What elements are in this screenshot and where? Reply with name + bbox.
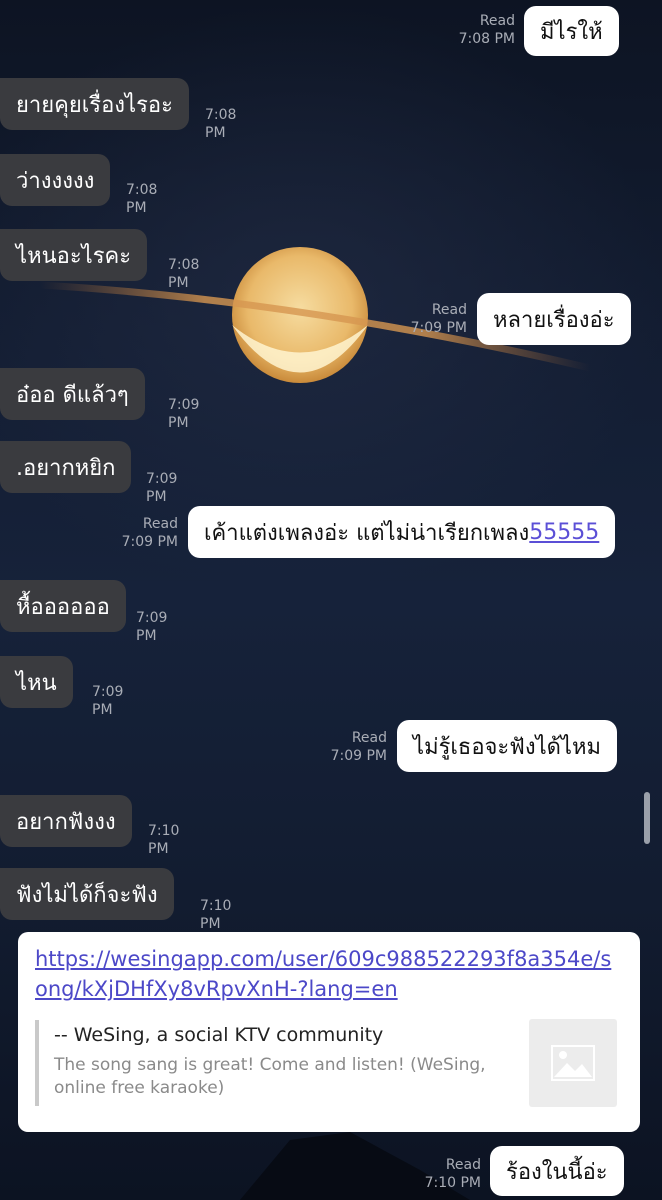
message-bubble[interactable]: หื้ออออออ <box>0 580 126 632</box>
message-text: เค้าแต่งเพลงอ่ะ แต่ไม่น่าเรียกเพลง <box>204 520 530 546</box>
message-bubble[interactable]: ฟังไม่ได้ก็จะฟัง <box>0 868 174 920</box>
link-preview-card[interactable]: https://wesingapp.com/user/609c988522293… <box>18 932 640 1132</box>
scrollbar[interactable] <box>644 792 650 844</box>
message-time: 7:09 PM <box>146 471 178 505</box>
message-text: หลายเรื่องอ่ะ <box>493 307 615 333</box>
message-text: ไหน <box>16 670 57 696</box>
message-text: ไหนอะไรคะ <box>16 243 132 269</box>
message-time: 7:08 PM <box>126 182 158 216</box>
message-bubble[interactable]: อ๋ออ ดีแล้วๆ <box>0 368 145 420</box>
message-text: ยายคุยเรื่องไรอะ <box>16 92 173 118</box>
message-bubble[interactable]: ร้องในนี้อ่ะ <box>490 1146 624 1196</box>
message-text: ว่างงงงง <box>16 168 95 194</box>
message-text: อยากฟังงง <box>16 809 116 835</box>
message-time: 7:09 PM <box>330 748 387 764</box>
message-text: หื้ออออออ <box>16 594 110 620</box>
message-time: 7:08 PM <box>205 107 237 141</box>
quote-bar <box>35 1020 39 1106</box>
image-placeholder-icon <box>551 1045 595 1081</box>
message-bubble[interactable]: ยายคุยเรื่องไรอะ <box>0 78 189 130</box>
message-time: 7:09 PM <box>410 320 467 336</box>
link-thumbnail[interactable] <box>529 1019 617 1107</box>
message-time: 7:09 PM <box>92 684 124 718</box>
message-time: 7:09 PM <box>168 397 200 431</box>
message-time: 7:09 PM <box>121 534 178 550</box>
message-text: ไม่รู้เธอจะฟังได้ไหม <box>413 734 601 760</box>
message-bubble[interactable]: ไหนอะไรคะ <box>0 229 148 281</box>
message-time: 7:08 PM <box>458 31 515 47</box>
message-time: 7:10 PM <box>148 823 180 857</box>
message-time: 7:10 PM <box>424 1175 481 1191</box>
message-bubble[interactable]: .อยากหยิก <box>0 441 132 493</box>
message-text: ฟังไม่ได้ก็จะฟัง <box>16 882 158 908</box>
read-receipt: Read <box>445 1157 481 1173</box>
read-receipt: Read <box>431 302 467 318</box>
message-text: ร้องในนี้อ่ะ <box>506 1159 608 1185</box>
read-receipt: Read <box>351 730 387 746</box>
message-time: 7:10 PM <box>200 898 232 932</box>
message-bubble[interactable]: ไหน <box>0 656 73 708</box>
message-bubble[interactable]: เค้าแต่งเพลงอ่ะ แต่ไม่น่าเรียกเพลง 55555 <box>188 506 616 558</box>
message-link[interactable]: 55555 <box>529 520 599 545</box>
link-url[interactable]: https://wesingapp.com/user/609c988522293… <box>35 944 615 1004</box>
read-receipt: Read <box>479 13 515 29</box>
link-description: The song sang is great! Come and listen!… <box>54 1055 486 1098</box>
message-bubble[interactable]: ไม่รู้เธอจะฟังได้ไหม <box>397 720 617 772</box>
link-title: -- WeSing, a social KTV community <box>54 1024 384 1046</box>
message-bubble[interactable]: มีไรให้ <box>524 6 619 56</box>
message-bubble[interactable]: หลายเรื่องอ่ะ <box>477 293 631 345</box>
message-text: อ๋ออ ดีแล้วๆ <box>16 382 129 408</box>
read-receipt: Read <box>142 516 178 532</box>
message-text: .อยากหยิก <box>16 455 116 481</box>
message-time: 7:08 PM <box>168 257 200 291</box>
message-bubble[interactable]: ว่างงงงง <box>0 154 111 206</box>
message-text: มีไรให้ <box>540 19 603 45</box>
message-bubble[interactable]: อยากฟังงง <box>0 795 132 847</box>
message-time: 7:09 PM <box>136 610 168 644</box>
